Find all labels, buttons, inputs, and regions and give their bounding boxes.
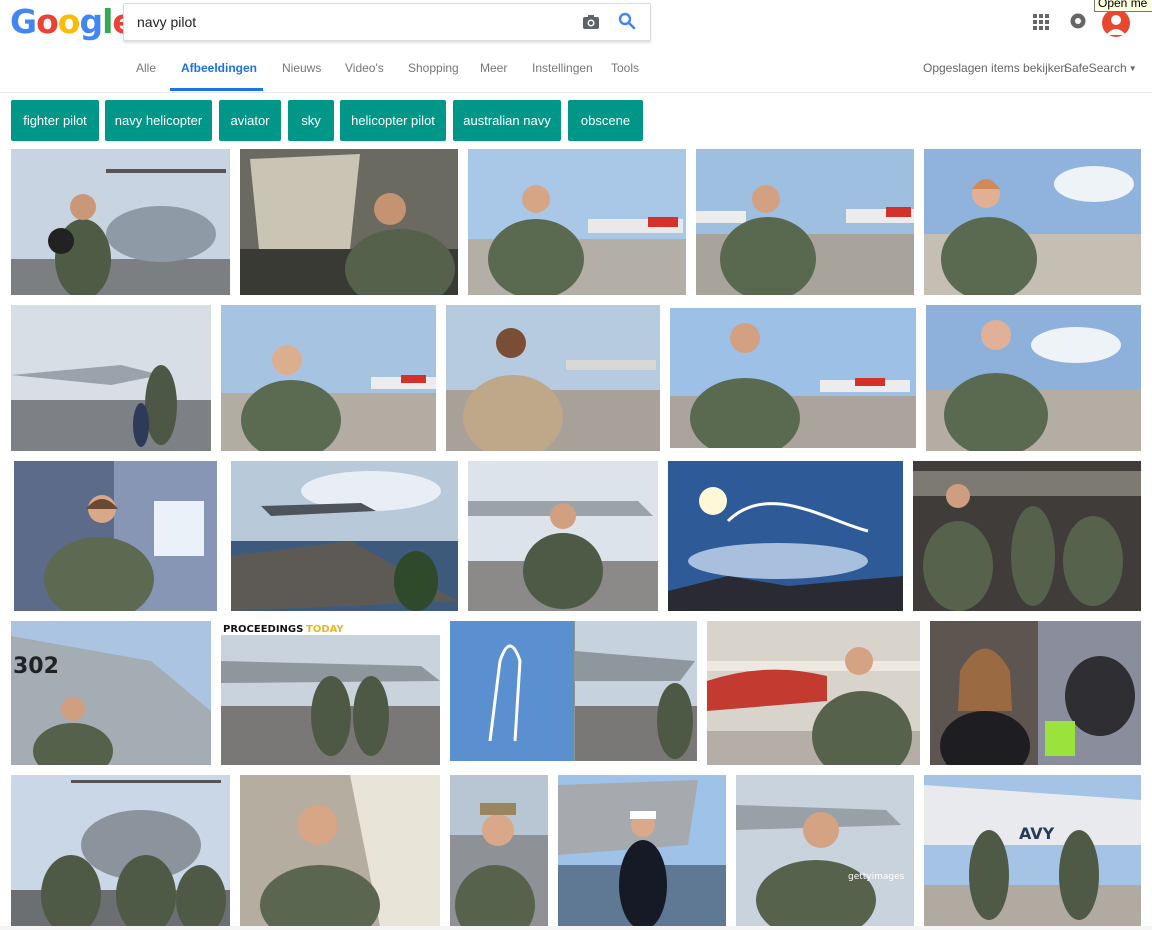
image-pilot-trainers-2 (221, 305, 436, 451)
safesearch-menu[interactable]: SafeSearch ▼ (1064, 61, 1137, 75)
proceedings-text: PROCEEDINGS (223, 624, 303, 635)
image-result[interactable] (450, 775, 548, 926)
logo-letter-o1: o (36, 2, 59, 41)
tab-videos[interactable]: Video's (345, 61, 384, 75)
chip-obscene[interactable]: obscene (568, 100, 643, 141)
image-result[interactable] (11, 149, 230, 295)
caret-down-icon: ▼ (1128, 64, 1137, 74)
search-input[interactable]: navy pilot (123, 3, 651, 41)
image-pilot-airfield (468, 149, 686, 295)
image-pilot-helicopter-door (14, 461, 217, 611)
navy-text: AVY (1019, 824, 1055, 843)
image-result[interactable] (14, 461, 217, 611)
image-result[interactable] (468, 461, 658, 611)
today-text: TODAY (306, 624, 344, 635)
image-result[interactable] (670, 308, 916, 448)
account-avatar[interactable] (1102, 9, 1130, 37)
chip-helicopter-pilot[interactable]: helicopter pilot (340, 100, 446, 141)
image-result[interactable]: PROCEEDINGS TODAY (221, 621, 440, 765)
user-icon (1106, 15, 1126, 35)
chip-australian-navy[interactable]: australian navy (453, 100, 561, 141)
camera-icon[interactable] (582, 14, 600, 30)
image-pilot-aircraft-interior (240, 775, 440, 926)
getty-watermark: gettyimages (848, 872, 905, 882)
active-tab-indicator (170, 88, 263, 91)
tab-tools[interactable]: Tools (611, 61, 639, 75)
tab-meer[interactable]: Meer (480, 61, 507, 75)
tab-nieuws[interactable]: Nieuws (282, 61, 321, 75)
header: Google navy pilot Open me Alle Afbeeldin… (0, 0, 1152, 93)
image-result[interactable] (446, 305, 660, 451)
image-result[interactable] (450, 621, 697, 761)
tooltip: Open me (1094, 0, 1152, 12)
image-officer-dress-uniform (558, 775, 726, 926)
tab-alle[interactable]: Alle (136, 61, 156, 75)
image-crew-cabin (913, 461, 1141, 611)
chip-aviator[interactable]: aviator (219, 100, 281, 141)
chip-navy-helicopter[interactable]: navy helicopter (105, 100, 212, 141)
google-logo[interactable]: Google (10, 2, 135, 41)
image-result[interactable] (221, 305, 436, 451)
image-result[interactable] (11, 305, 211, 451)
image-pilot-museum (707, 621, 920, 765)
image-sky-drawing (668, 461, 903, 611)
logo-letter-g: G (10, 2, 37, 41)
image-result[interactable] (231, 461, 458, 611)
image-pilot-clouds (926, 305, 1141, 451)
image-helicopter-pilot (11, 149, 230, 295)
image-result[interactable] (668, 461, 903, 611)
image-two-pilots-navy: AVY (924, 775, 1141, 926)
image-result[interactable]: AVY (924, 775, 1141, 926)
image-pilot-cap (450, 775, 548, 926)
image-pilot-tan (446, 305, 660, 451)
image-result[interactable] (924, 149, 1141, 295)
image-jet-302: 302 (11, 621, 211, 765)
image-sky-drawing-composite (450, 621, 697, 761)
image-result[interactable] (11, 775, 230, 926)
image-female-pilot (924, 149, 1141, 295)
chip-fighter-pilot[interactable]: fighter pilot (11, 100, 99, 141)
safesearch-label: SafeSearch (1064, 61, 1127, 75)
image-pilot-kneeling (468, 461, 658, 611)
image-result[interactable]: gettyimages (736, 775, 914, 926)
logo-letter-g2: g (79, 2, 103, 41)
image-proceedings-today: PROCEEDINGS TODAY (221, 621, 440, 765)
image-pilot-smiling (670, 308, 916, 448)
image-group-helicopter (11, 775, 230, 926)
image-family-jet (11, 305, 211, 451)
tab-afbeeldingen[interactable]: Afbeeldingen (181, 61, 257, 75)
image-result[interactable] (558, 775, 726, 926)
image-result[interactable] (240, 149, 458, 295)
chip-sky[interactable]: sky (288, 100, 334, 141)
image-result[interactable] (930, 621, 1141, 765)
search-icon[interactable] (618, 12, 636, 30)
notifications-icon[interactable] (1070, 13, 1086, 29)
image-result[interactable] (468, 149, 686, 295)
image-carrier-deck (231, 461, 458, 611)
image-pilot-trainers (696, 149, 914, 295)
image-result[interactable] (707, 621, 920, 765)
logo-letter-o2: o (57, 2, 81, 41)
jet-number-text: 302 (13, 654, 59, 679)
image-result[interactable] (913, 461, 1141, 611)
apps-grid-icon[interactable] (1033, 14, 1049, 30)
bottom-bar (0, 926, 1152, 930)
image-pilot-getty: gettyimages (736, 775, 914, 926)
tab-instellingen[interactable]: Instellingen (532, 61, 593, 75)
image-result[interactable] (926, 305, 1141, 451)
image-result[interactable] (240, 775, 440, 926)
logo-letter-l: l (102, 2, 113, 41)
search-query: navy pilot (137, 14, 197, 30)
image-female-pilot-engine (930, 621, 1141, 765)
tab-shopping[interactable]: Shopping (408, 61, 459, 75)
image-result[interactable] (696, 149, 914, 295)
image-result[interactable]: 302 (11, 621, 211, 765)
saved-items-link[interactable]: Opgeslagen items bekijken (923, 61, 1067, 75)
image-cockpit-pilot (240, 149, 458, 295)
